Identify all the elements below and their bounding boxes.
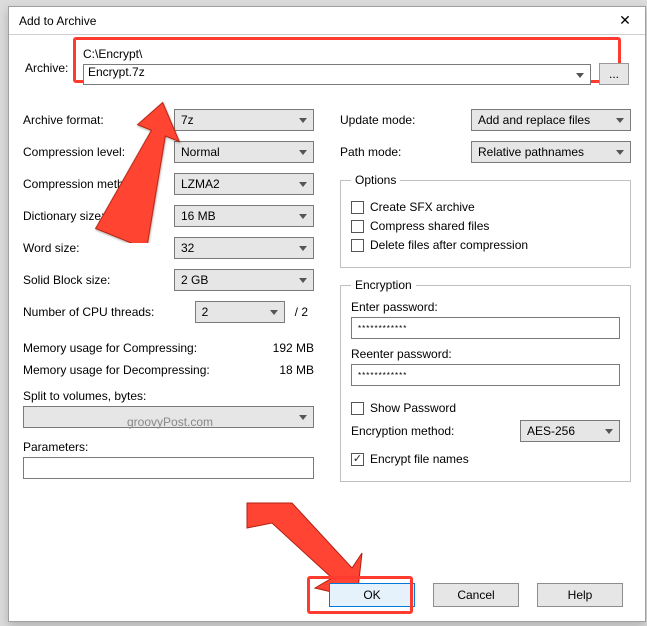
dictionary-size-label: Dictionary size: [23,209,174,223]
cancel-button[interactable]: Cancel [433,583,519,607]
parameters-label: Parameters: [23,440,314,454]
split-label: Split to volumes, bytes: [23,389,314,403]
browse-button[interactable]: ... [599,63,629,85]
mem-decompress-label: Memory usage for Decompressing: [23,363,210,377]
archive-path: C:\Encrypt\ [83,47,629,63]
archive-format-label: Archive format: [23,113,174,127]
solid-block-size-select[interactable]: 2 GB [174,269,314,291]
archive-format-select[interactable]: 7z [174,109,314,131]
delete-after-label: Delete files after compression [370,238,528,252]
titlebar: Add to Archive ✕ [9,7,645,35]
word-size-select[interactable]: 32 [174,237,314,259]
reenter-password-label: Reenter password: [351,347,620,361]
cpu-threads-select[interactable]: 2 [195,301,285,323]
dictionary-size-select[interactable]: 16 MB [174,205,314,227]
solid-block-size-label: Solid Block size: [23,273,174,287]
button-row: OK Cancel Help [9,573,645,621]
mem-decompress-value: 18 MB [279,363,314,377]
compression-level-select[interactable]: Normal [174,141,314,163]
cpu-threads-label: Number of CPU threads: [23,305,195,319]
encryption-method-label: Encryption method: [351,424,520,438]
word-size-label: Word size: [23,241,174,255]
mem-compress-label: Memory usage for Compressing: [23,341,197,355]
cpu-threads-total: / 2 [295,305,308,319]
dialog-title: Add to Archive [19,14,96,28]
left-column: Archive format: 7z Compression level: No… [23,109,314,492]
compress-shared-label: Compress shared files [370,219,489,233]
watermark: groovyPost.com [127,415,213,429]
encrypt-filenames-checkbox[interactable] [351,453,364,466]
close-button[interactable]: ✕ [613,11,637,31]
close-icon: ✕ [619,12,631,29]
archive-filename-input[interactable]: Encrypt.7z [83,64,591,85]
archive-inner: C:\Encrypt\ Encrypt.7z ... [83,47,629,85]
annotation-ok-highlight [307,576,413,614]
right-column: Update mode: Add and replace files Path … [340,109,631,492]
path-mode-select[interactable]: Relative pathnames [471,141,631,163]
delete-after-checkbox[interactable] [351,239,364,252]
dialog-body: Archive: C:\Encrypt\ Encrypt.7z ... Arch… [9,35,645,573]
options-group: Options Create SFX archive Compress shar… [340,173,631,268]
mem-compress-value: 192 MB [273,341,314,355]
compression-method-select[interactable]: LZMA2 [174,173,314,195]
enter-password-label: Enter password: [351,300,620,314]
add-to-archive-dialog: Add to Archive ✕ Archive: C:\Encrypt\ En… [8,6,646,622]
help-button[interactable]: Help [537,583,623,607]
update-mode-select[interactable]: Add and replace files [471,109,631,131]
show-password-label: Show Password [370,401,456,415]
encryption-group: Encryption Enter password: ************ … [340,278,631,482]
encrypt-filenames-label: Encrypt file names [370,452,469,466]
compression-method-label: Compression method: [23,177,174,191]
create-sfx-label: Create SFX archive [370,200,475,214]
enter-password-input[interactable]: ************ [351,317,620,339]
reenter-password-input[interactable]: ************ [351,364,620,386]
compress-shared-checkbox[interactable] [351,220,364,233]
encryption-legend: Encryption [351,278,416,292]
options-legend: Options [351,173,400,187]
create-sfx-checkbox[interactable] [351,201,364,214]
archive-row: Archive: C:\Encrypt\ Encrypt.7z ... [23,45,631,91]
parameters-input[interactable] [23,457,314,479]
show-password-checkbox[interactable] [351,402,364,415]
archive-label: Archive: [25,47,75,75]
update-mode-label: Update mode: [340,113,471,127]
compression-level-label: Compression level: [23,145,174,159]
encryption-method-select[interactable]: AES-256 [520,420,620,442]
path-mode-label: Path mode: [340,145,471,159]
